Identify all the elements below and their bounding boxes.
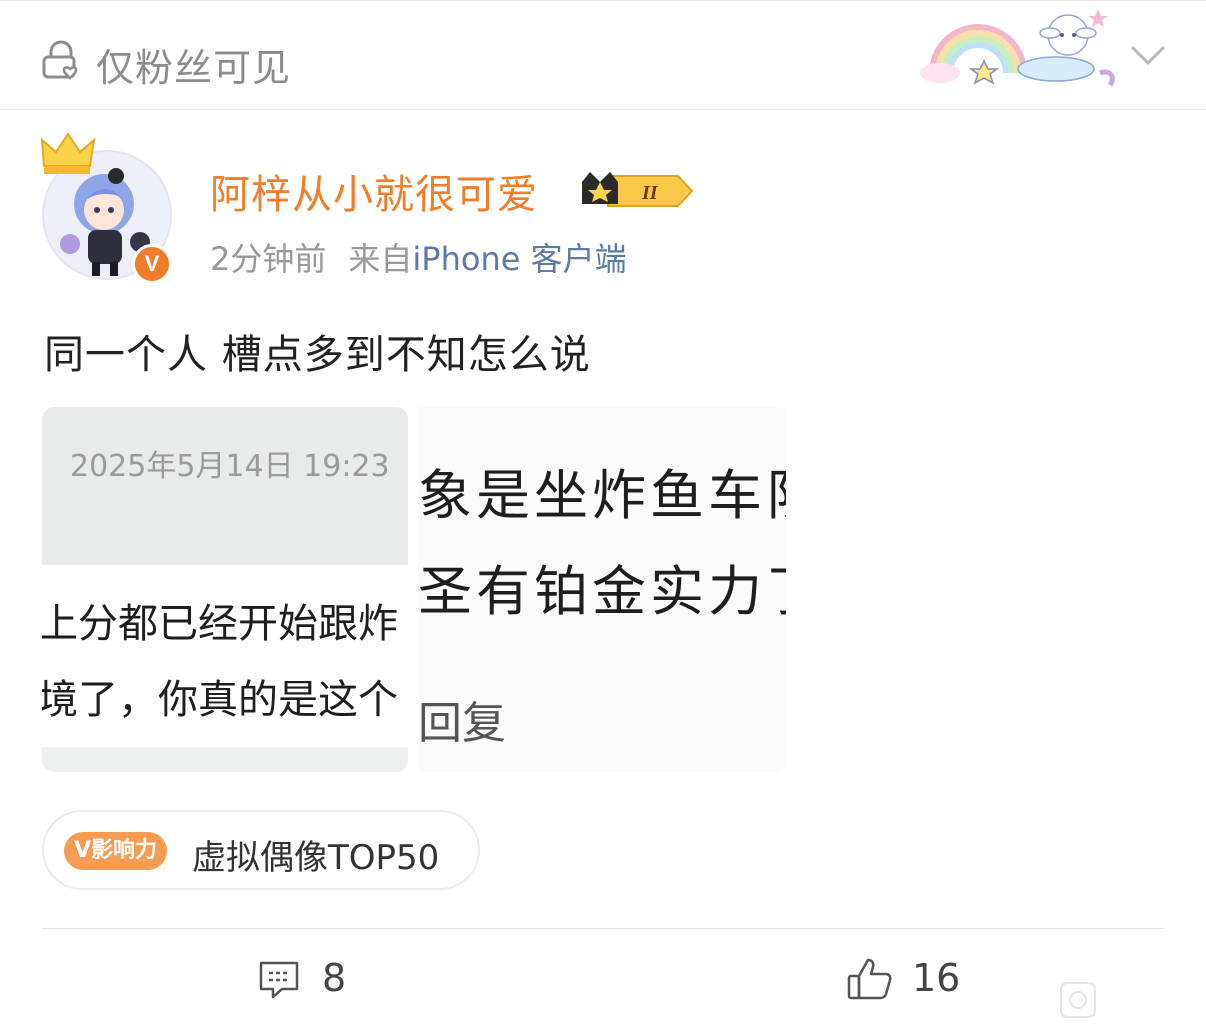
lock-icon xyxy=(42,40,78,80)
image-date: 2025年5月14日 19:23 xyxy=(70,449,390,484)
image-text-line: 境了，你真的是这个 xyxy=(42,677,398,723)
image-text-line: 象是坐炸鱼车队 xyxy=(418,464,786,527)
rainbow-unicorn-sticker xyxy=(920,9,1115,87)
image-footer-area xyxy=(42,747,408,772)
author-name[interactable]: 阿梓从小就很可爱 xyxy=(210,162,538,220)
verified-badge: V xyxy=(132,244,172,284)
crown-icon xyxy=(40,132,96,174)
source-device[interactable]: iPhone 客户端 xyxy=(412,240,626,278)
post-text: 同一个人 槽点多到不知怎么说 xyxy=(44,332,591,378)
svg-text:II: II xyxy=(641,182,659,204)
divider xyxy=(42,928,1164,929)
post-timestamp: 2分钟前 xyxy=(210,240,327,278)
image-header-area xyxy=(42,407,408,565)
post-header-bar: 仅粉丝可见 xyxy=(0,0,1206,110)
image-text-line: 上分都已经开始跟炸 xyxy=(42,601,398,647)
like-count[interactable]: 16 xyxy=(912,956,960,1000)
source-prefix: 来自 xyxy=(348,240,413,278)
comment-icon[interactable] xyxy=(258,960,300,1000)
comment-count[interactable]: 8 xyxy=(322,956,346,1000)
post-meta: 2分钟前 来自iPhone 客户端 xyxy=(210,234,627,280)
thumbs-up-icon[interactable] xyxy=(846,956,894,1002)
visibility-label: 仅粉丝可见 xyxy=(96,46,292,90)
author-avatar[interactable]: V xyxy=(36,128,176,288)
image-reply-text: 回复 xyxy=(418,698,506,749)
topic-tag-label: 虚拟偶像TOP50 xyxy=(192,838,440,878)
image-text-line: 圣有铂金实力了 xyxy=(418,560,786,623)
topic-tag[interactable]: V影响力 虚拟偶像TOP50 xyxy=(42,810,480,890)
influence-badge: V影响力 xyxy=(64,832,168,870)
watermark-icon xyxy=(1060,982,1096,1018)
post-image-1[interactable]: 2025年5月14日 19:23 上分都已经开始跟炸 境了，你真的是这个 xyxy=(42,407,408,772)
post-image-2[interactable]: 象是坐炸鱼车队 圣有铂金实力了 回复 xyxy=(418,407,786,772)
crown-level-icon: II xyxy=(582,172,694,207)
chevron-down-icon[interactable] xyxy=(1128,39,1168,73)
